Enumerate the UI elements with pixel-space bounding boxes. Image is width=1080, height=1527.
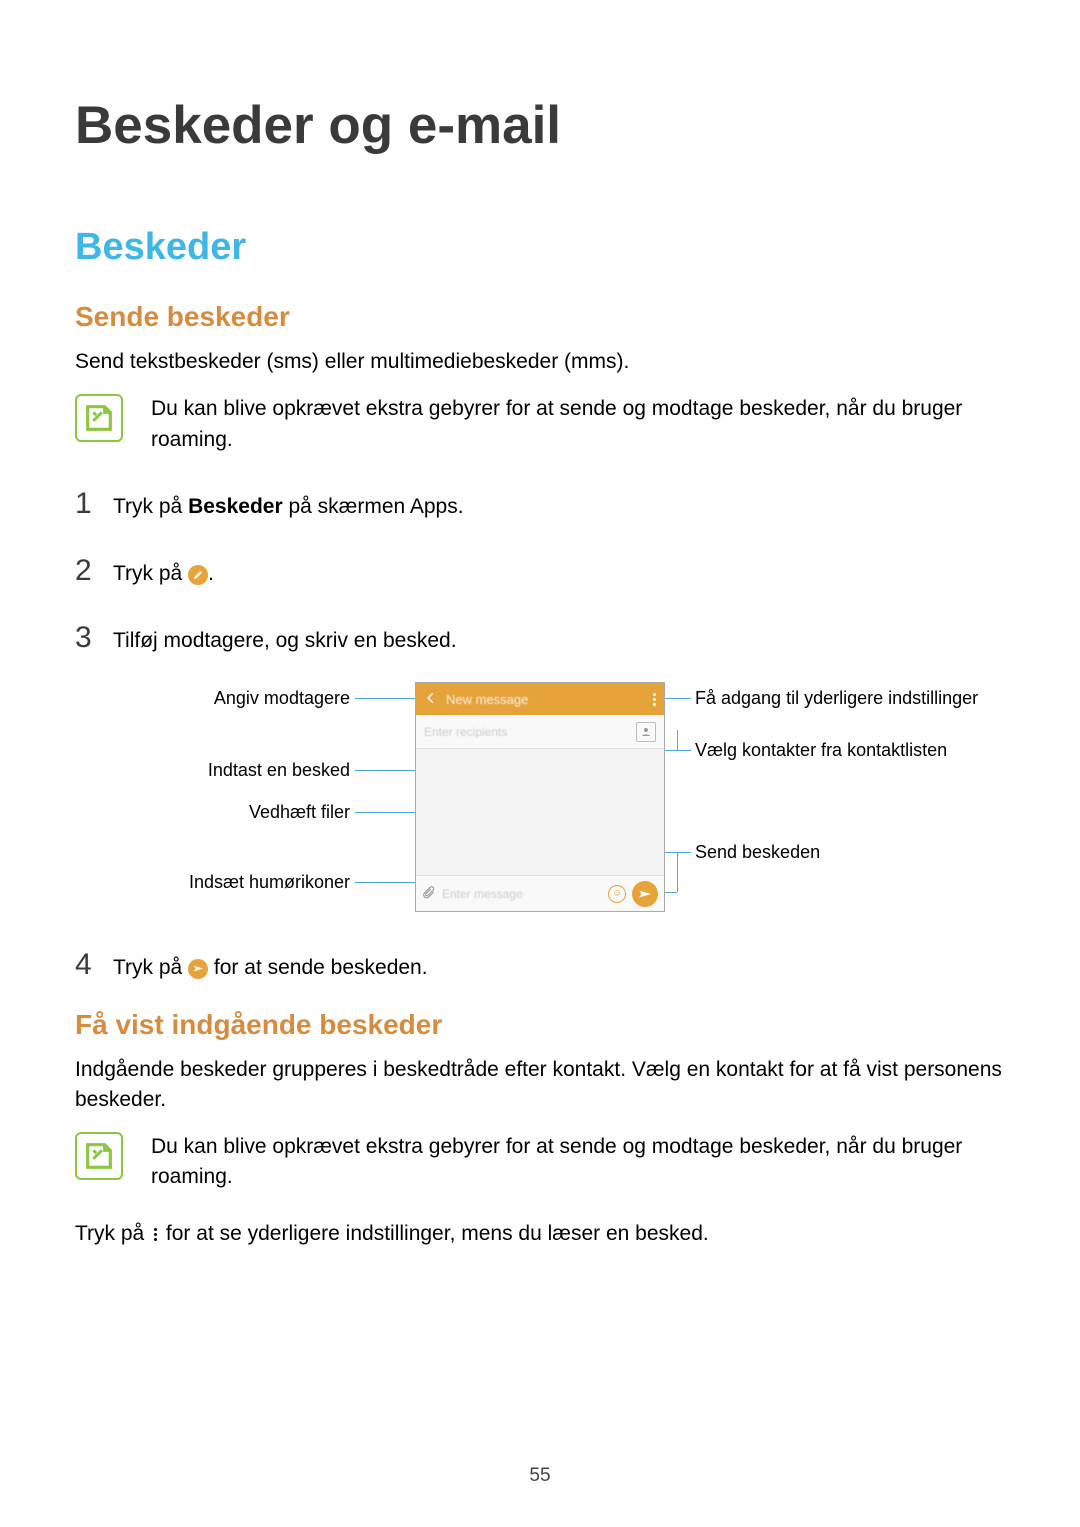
step-1: 1 Tryk på Beskeder på skærmen Apps. bbox=[75, 481, 1005, 526]
subsection-sende-beskeder: Sende beskeder bbox=[75, 301, 1005, 333]
note-roaming-2: Du kan blive opkrævet ekstra gebyrer for… bbox=[75, 1132, 1005, 1193]
send-icon bbox=[188, 959, 208, 979]
step-4-text-post: for at sende beskeden. bbox=[214, 956, 428, 979]
note-icon bbox=[75, 394, 123, 442]
step-4: 4 Tryk på for at sende beskeden. bbox=[75, 942, 1005, 987]
step-number: 2 bbox=[75, 548, 97, 593]
contact-picker-icon bbox=[636, 722, 656, 742]
label-more-options: Få adgang til yderligere indstillinger bbox=[695, 688, 945, 709]
back-arrow-icon bbox=[424, 691, 438, 708]
label-emoji: Indsæt humørikoner bbox=[150, 872, 350, 893]
compose-icon bbox=[188, 565, 208, 585]
more-text-post: for at se yderligere indstillinger, mens… bbox=[166, 1222, 709, 1245]
note-roaming-1: Du kan blive opkrævet ekstra gebyrer for… bbox=[75, 394, 1005, 455]
step-number: 4 bbox=[75, 942, 97, 987]
phone-body bbox=[416, 749, 664, 875]
step-1-text-bold: Beskeder bbox=[188, 495, 283, 518]
send-button-icon bbox=[632, 881, 658, 907]
step-number: 3 bbox=[75, 615, 97, 660]
more-icon bbox=[653, 693, 656, 706]
phone-header-title: New message bbox=[446, 692, 645, 707]
note-text-2: Du kan blive opkrævet ekstra gebyrer for… bbox=[151, 1132, 1005, 1193]
note-text-1: Du kan blive opkrævet ekstra gebyrer for… bbox=[151, 394, 1005, 455]
recipients-row: Enter recipients bbox=[416, 715, 664, 749]
section-heading-beskeder: Beskeder bbox=[75, 226, 1005, 269]
step-3-text: Tilføj modtagere, og skriv en besked. bbox=[113, 625, 457, 657]
compose-row: Enter message ☺ bbox=[416, 875, 664, 911]
label-enter-message: Indtast en besked bbox=[170, 760, 350, 781]
step-1-text-post: på skærmen Apps. bbox=[283, 495, 464, 518]
attach-icon bbox=[422, 885, 436, 902]
more-options-text: Tryk på for at se yderligere indstilling… bbox=[75, 1219, 1005, 1248]
more-icon bbox=[150, 1225, 160, 1243]
label-select-contacts: Vælg kontakter fra kontaktlisten bbox=[695, 740, 975, 761]
page-title: Beskeder og e-mail bbox=[75, 95, 1005, 156]
emoji-icon: ☺ bbox=[608, 885, 626, 903]
phone-header: New message bbox=[416, 683, 664, 715]
step-2-text: Tryk på bbox=[113, 562, 188, 585]
step-3: 3 Tilføj modtagere, og skriv en besked. bbox=[75, 615, 1005, 660]
label-attach: Vedhæft filer bbox=[170, 802, 350, 823]
step-number: 1 bbox=[75, 481, 97, 526]
label-recipients: Angiv modtagere bbox=[170, 688, 350, 709]
message-placeholder: Enter message bbox=[442, 887, 602, 901]
subsection-view-messages: Få vist indgående beskeder bbox=[75, 1009, 1005, 1041]
phone-mockup: New message Enter recipients Enter messa… bbox=[415, 682, 665, 912]
step-1-text-pre: Tryk på bbox=[113, 495, 188, 518]
send-intro-text: Send tekstbeskeder (sms) eller multimedi… bbox=[75, 347, 1005, 376]
view-intro-text: Indgående beskeder grupperes i beskedtrå… bbox=[75, 1055, 1005, 1114]
compose-diagram: Angiv modtagere Indtast en besked Vedhæf… bbox=[135, 682, 955, 922]
step-4-text-pre: Tryk på bbox=[113, 956, 188, 979]
label-send-message: Send beskeden bbox=[695, 842, 895, 863]
recipients-placeholder: Enter recipients bbox=[424, 725, 630, 739]
step-2-period: . bbox=[208, 562, 214, 585]
note-icon bbox=[75, 1132, 123, 1180]
more-text-pre: Tryk på bbox=[75, 1222, 150, 1245]
page-number: 55 bbox=[0, 1465, 1080, 1487]
step-2: 2 Tryk på . bbox=[75, 548, 1005, 593]
